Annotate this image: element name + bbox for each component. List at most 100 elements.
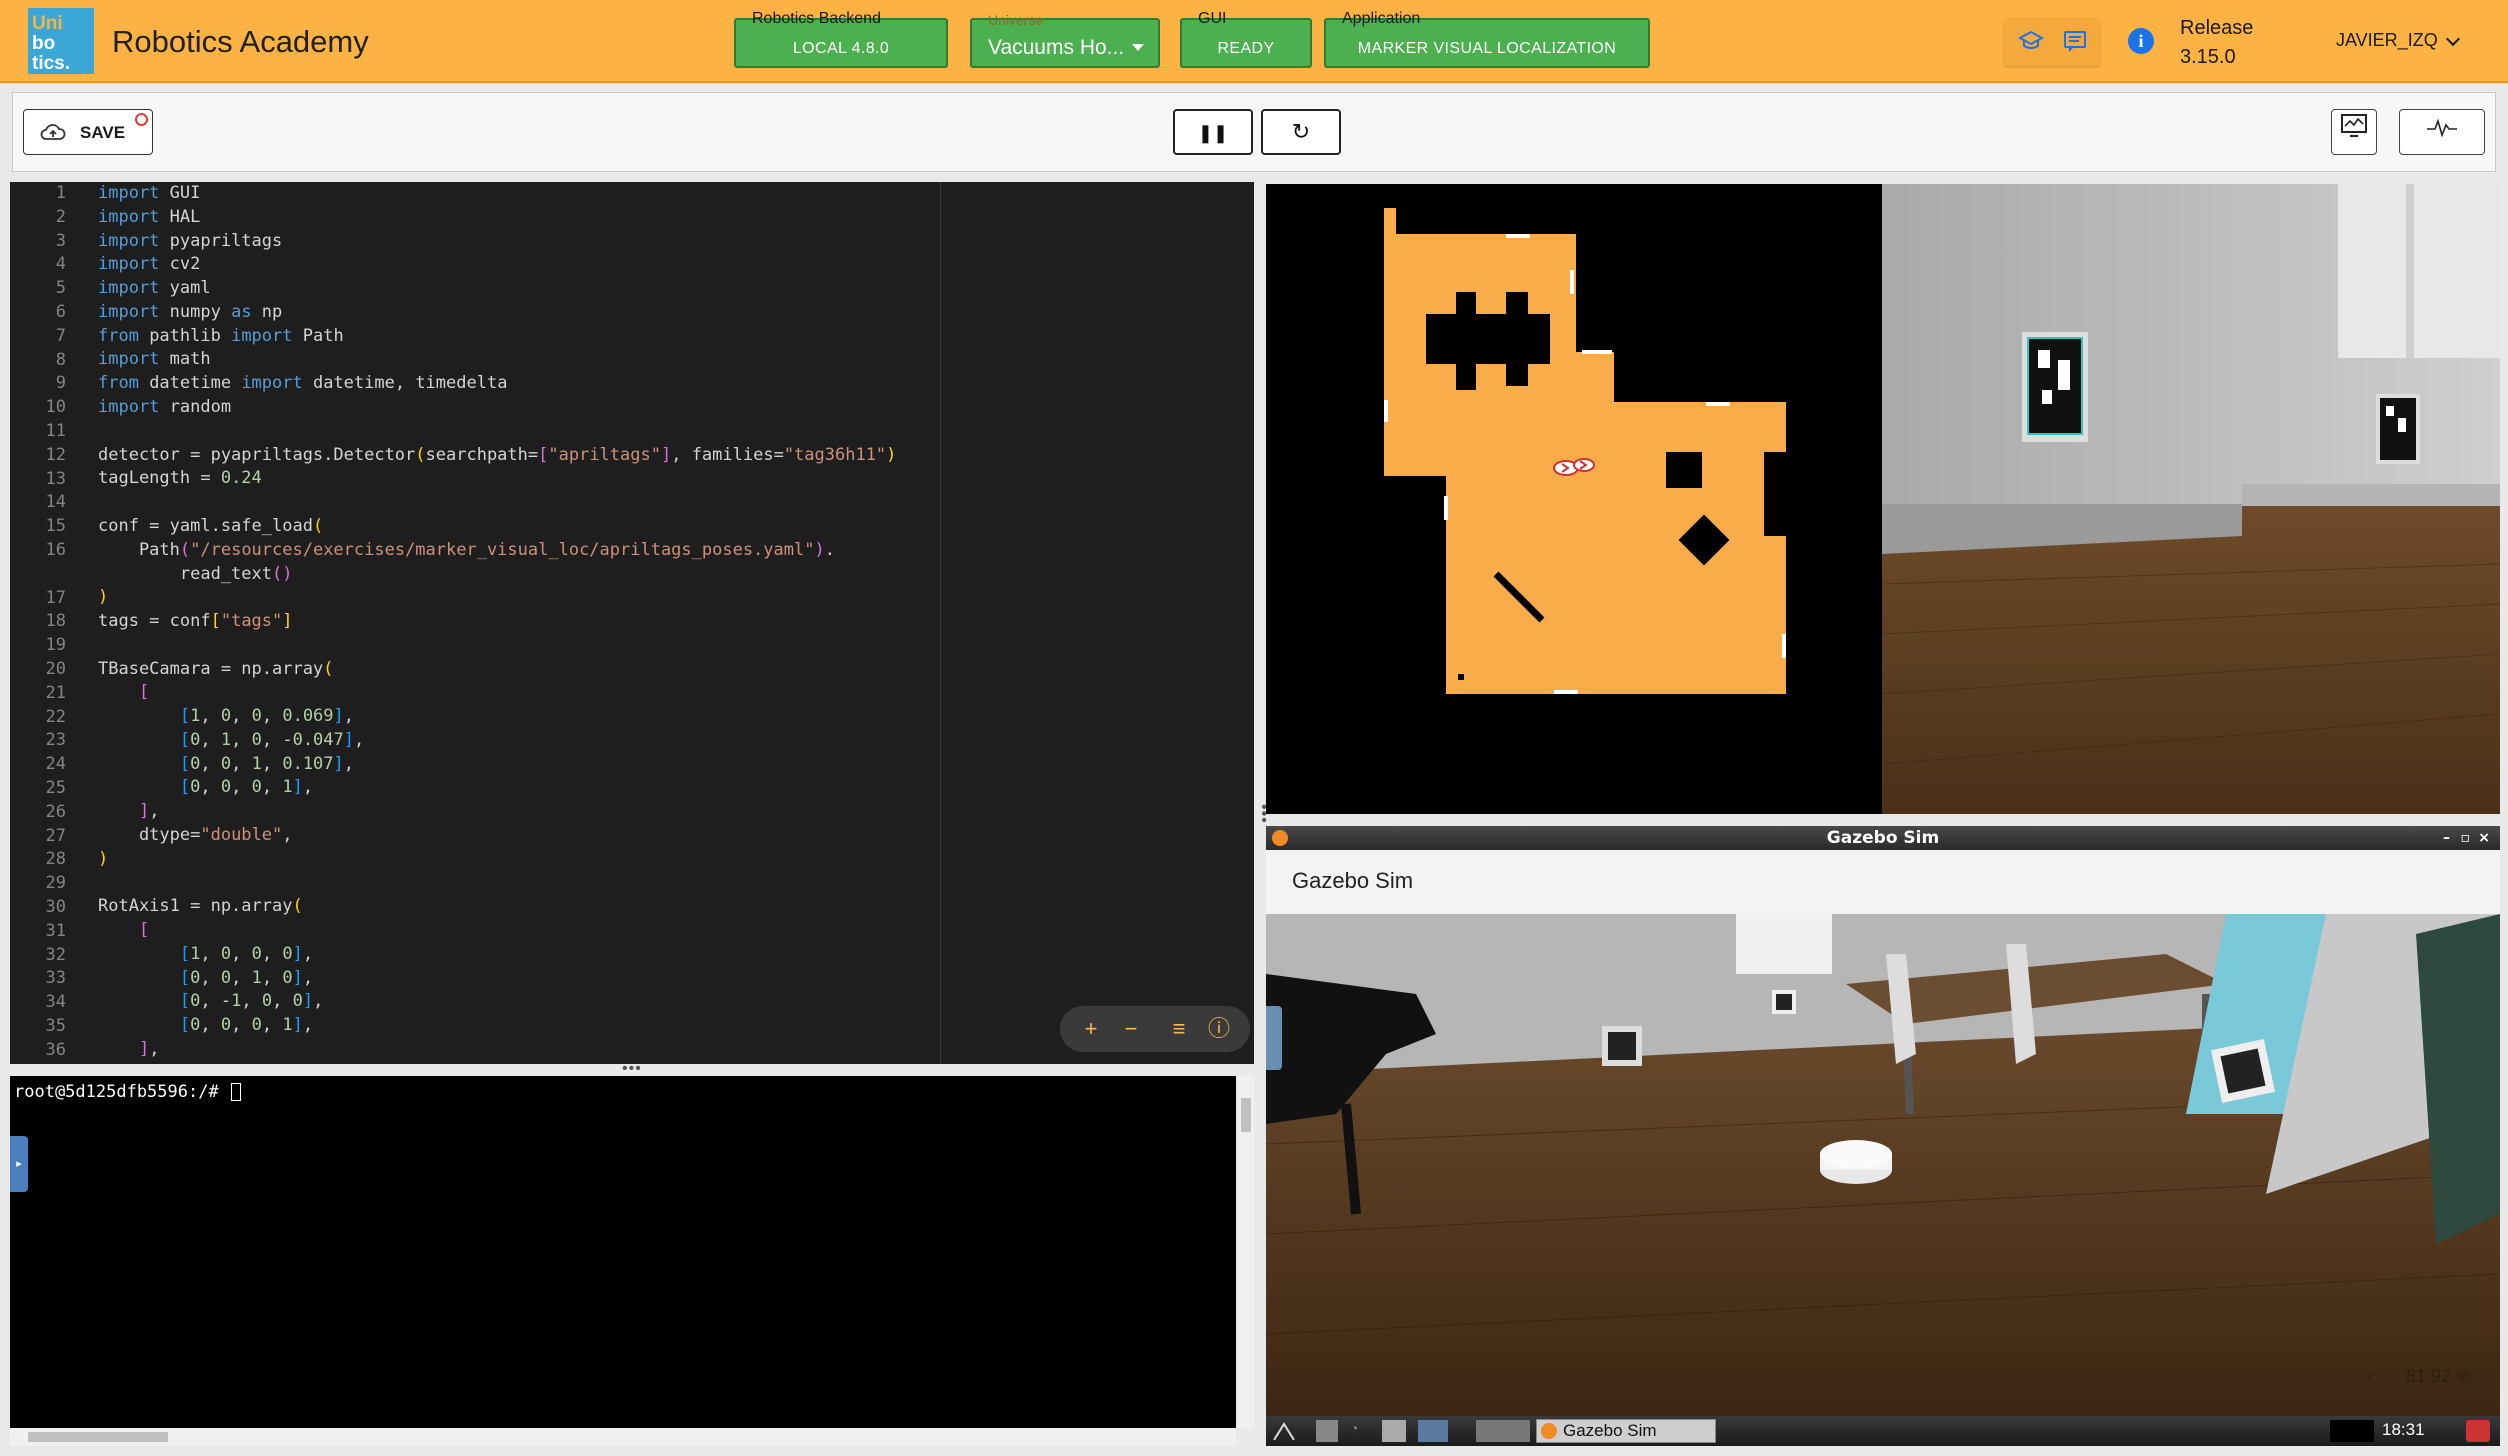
close-icon[interactable]: × — [2478, 826, 2490, 850]
user-menu[interactable]: JAVIER_IZQ — [2336, 30, 2438, 51]
workspace-switcher[interactable] — [1476, 1420, 1530, 1442]
line-number: 15 — [45, 516, 66, 537]
code-line[interactable]: [0, 0, 0, 1], — [98, 776, 313, 800]
unsaved-indicator-icon — [135, 113, 148, 126]
code-line[interactable]: [1, 0, 0, 0.069], — [98, 705, 354, 729]
chevron-left-icon[interactable]: ‹ — [2368, 1366, 2374, 1387]
gazebo-side-tab[interactable] — [1266, 1006, 1282, 1070]
browser-icon[interactable]: ◔ — [1350, 1420, 1374, 1442]
code-line[interactable]: TBaseCamara = np.array( — [98, 658, 333, 682]
connection-button[interactable] — [2399, 109, 2485, 155]
monitor-button[interactable] — [2331, 109, 2377, 155]
line-number: 29 — [45, 873, 66, 894]
code-editor[interactable]: 1 2 3 4 5 6 7 8 9 10 11 12 13 14 15 16 17 18 19 20 21 22 23 24 2… — [10, 182, 1254, 1064]
code-line[interactable]: [0, 1, 0, -0.047], — [98, 729, 364, 753]
code-line[interactable]: tags = conf["tags"] — [98, 610, 293, 634]
gazebo-3d-scene[interactable] — [1266, 914, 2500, 1416]
code-line[interactable]: conf = yaml.safe_load( — [98, 515, 323, 539]
logo-text-2: bo — [32, 33, 56, 54]
tray-area — [2330, 1420, 2374, 1442]
code-line[interactable]: ) — [98, 848, 108, 872]
launcher-icon[interactable] — [1272, 1420, 1296, 1442]
desktop-icon[interactable] — [1382, 1420, 1406, 1442]
code-line[interactable]: [0, 0, 0, 1], — [98, 1014, 313, 1038]
code-line[interactable]: detector = pyapriltags.Detector(searchpa… — [98, 444, 896, 468]
gazebo-app-icon — [1541, 1423, 1557, 1439]
zoom-out-button[interactable]: − — [1116, 1014, 1146, 1044]
code-line[interactable]: import numpy as np — [98, 301, 282, 325]
gazebo-launcher-icon[interactable] — [1418, 1420, 1448, 1442]
code-line[interactable]: import math — [98, 348, 211, 372]
line-number: 33 — [45, 968, 66, 989]
terminal-horizontal-scrollbar[interactable] — [10, 1428, 1236, 1446]
code-line[interactable]: [0, 0, 1, 0], — [98, 967, 313, 991]
minimize-icon[interactable]: – — [2443, 826, 2450, 850]
gazebo-render — [1266, 914, 2500, 1416]
format-button[interactable]: ≡ — [1164, 1014, 1194, 1044]
code-line[interactable]: import yaml — [98, 277, 211, 301]
code-line[interactable]: RotAxis1 = np.array( — [98, 895, 303, 919]
code-line[interactable]: import GUI — [98, 182, 200, 206]
gui-status[interactable]: READY GUI — [1180, 10, 1312, 68]
application-status[interactable]: MARKER VISUAL LOCALIZATION Application — [1324, 10, 1650, 68]
info-button[interactable]: ⓘ — [1204, 1014, 1234, 1044]
gazebo-header: Gazebo Sim — [1266, 850, 2500, 914]
chat-icon[interactable] — [2060, 28, 2090, 58]
code-line[interactable]: dtype="double", — [98, 824, 293, 848]
code-line[interactable]: [1, 0, 0, 0], — [98, 943, 313, 967]
pause-icon: ❚❚ — [1197, 123, 1229, 143]
gazebo-titlebar[interactable]: Gazebo Sim – ▫ × — [1266, 826, 2500, 850]
code-line[interactable]: import cv2 — [98, 253, 200, 277]
line-number: 32 — [45, 944, 66, 965]
gazebo-panel-title: Gazebo Sim — [1292, 868, 1414, 893]
pause-button[interactable]: ❚❚ — [1173, 109, 1253, 155]
cloud-upload-icon — [40, 122, 66, 148]
terminal[interactable]: root@5d125dfb5596:/# — [10, 1076, 1236, 1428]
code-line[interactable]: read_text() — [98, 563, 293, 587]
code-line[interactable]: from pathlib import Path — [98, 325, 344, 349]
code-line[interactable]: ], — [98, 1038, 160, 1062]
line-number: 3 — [55, 230, 66, 251]
scrollbar-thumb[interactable] — [1241, 1098, 1251, 1132]
house-map — [1384, 208, 1786, 694]
chevron-down-icon — [1132, 44, 1144, 51]
reset-button[interactable]: ↻ — [1261, 109, 1341, 155]
line-number: 30 — [45, 897, 66, 917]
save-button[interactable]: SAVE — [23, 109, 153, 155]
code-line[interactable]: ) — [98, 586, 108, 610]
code-line[interactable]: from datetime import datetime, timedelta — [98, 372, 507, 396]
code-line[interactable]: import HAL — [98, 206, 200, 230]
unibotics-logo[interactable]: Uni bo tics. — [28, 8, 94, 74]
taskbar-window-gazebo[interactable]: Gazebo Sim — [1536, 1419, 1716, 1443]
power-icon[interactable] — [2466, 1420, 2490, 1442]
backend-status[interactable]: LOCAL 4.8.0 Robotics Backend — [734, 10, 948, 68]
code-line[interactable]: import random — [98, 396, 231, 420]
chevron-down-icon[interactable] — [2445, 31, 2461, 47]
graduation-cap-icon[interactable] — [2016, 28, 2046, 58]
code-line[interactable]: ], — [98, 800, 160, 824]
code-line[interactable]: import pyapriltags — [98, 230, 282, 254]
line-number: 9 — [55, 373, 66, 394]
line-number: 11 — [45, 421, 66, 441]
code-line[interactable]: [0, -1, 0, 0], — [98, 990, 323, 1014]
universe-select[interactable]: Vacuums Ho... Universe — [970, 10, 1160, 68]
editor-toolbar: SAVE ❚❚ ↻ — [12, 92, 2496, 172]
line-number: 21 — [45, 682, 66, 703]
code-line[interactable]: [ — [98, 681, 149, 705]
info-icon[interactable]: i — [2128, 28, 2154, 54]
line-number: 26 — [45, 801, 66, 822]
line-number: 23 — [45, 730, 66, 751]
maximize-icon[interactable]: ▫ — [2461, 826, 2471, 850]
release-info: Release 3.15.0 — [2180, 14, 2253, 72]
scrollbar-thumb[interactable] — [28, 1432, 168, 1442]
zoom-in-button[interactable]: + — [1076, 1014, 1106, 1044]
terminal-scrollbar[interactable] — [1238, 1076, 1254, 1428]
code-line[interactable]: Path("/resources/exercises/marker_visual… — [98, 539, 835, 563]
code-line[interactable]: [0, 0, 1, 0.107], — [98, 753, 354, 777]
gazebo-app-icon — [1272, 830, 1288, 846]
code-line[interactable]: [ — [98, 919, 149, 943]
line-number: 19 — [45, 635, 66, 656]
code-line[interactable]: tagLength = 0.24 — [98, 467, 262, 491]
terminal-side-tab[interactable]: ▸ — [10, 1136, 28, 1192]
file-manager-icon[interactable] — [1316, 1420, 1338, 1442]
